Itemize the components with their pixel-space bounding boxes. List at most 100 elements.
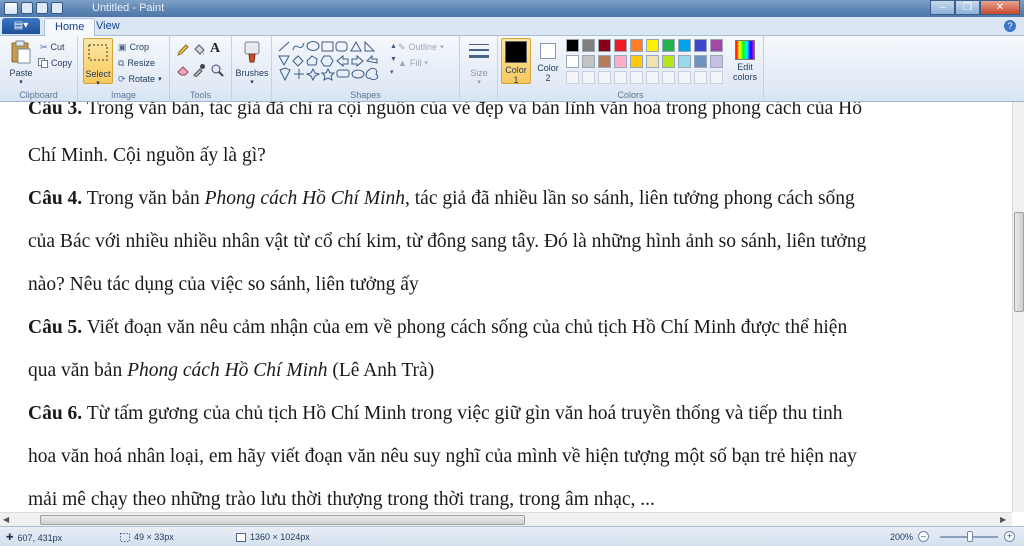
size-button[interactable]: Size ▾ (462, 38, 496, 86)
scroll-right-icon[interactable]: ▶ (1000, 515, 1006, 524)
palette-color-swatch[interactable] (614, 39, 627, 52)
palette-color-swatch[interactable] (582, 55, 595, 68)
edit-colors-button[interactable]: Edit colors (730, 38, 760, 84)
brushes-group: Brushes ▾ (232, 36, 272, 102)
image-size: 1360 × 1024px (236, 532, 310, 542)
palette-custom-swatch[interactable] (566, 71, 579, 84)
palette-color-swatch[interactable] (678, 55, 691, 68)
palette-custom-swatch[interactable] (630, 71, 643, 84)
palette-color-swatch[interactable] (630, 55, 643, 68)
pencil-icon[interactable] (176, 43, 190, 57)
undo-icon[interactable] (36, 2, 48, 14)
fill-dropdown-icon: ▾ (424, 60, 428, 67)
color1-button[interactable]: Color 1 (501, 38, 531, 85)
save-icon[interactable] (21, 2, 33, 14)
document-line-text: hoa văn hoá nhân loại, em hãy viết đoạn … (28, 446, 857, 467)
paste-dropdown-icon[interactable]: ▾ (4, 78, 38, 86)
tab-view[interactable]: View (86, 18, 130, 36)
document-line: Câu 4. Trong văn bản Phong cách Hồ Chí M… (28, 188, 855, 210)
resize-button[interactable]: ⧉ Resize (118, 56, 155, 70)
palette-color-swatch[interactable] (646, 39, 659, 52)
cursor-position: ✚ 607, 431px (6, 532, 62, 543)
canvas[interactable]: Câu 3. Trong văn bản, tác giả đã chỉ ra … (0, 102, 1012, 512)
eraser-icon[interactable] (176, 63, 190, 77)
palette-color-swatch[interactable] (598, 39, 611, 52)
close-button[interactable]: ✕ (980, 0, 1020, 15)
help-icon[interactable]: ? (1004, 20, 1016, 32)
zoom-slider-thumb[interactable] (967, 531, 973, 542)
brushes-button[interactable]: Brushes ▾ (235, 38, 269, 86)
fill-icon: ▲ (398, 58, 407, 68)
outline-button[interactable]: ✎ Outline ▾ (398, 40, 444, 54)
palette-custom-swatch[interactable] (646, 71, 659, 84)
select-dropdown-icon[interactable]: ▾ (84, 79, 112, 87)
color2-label: Color 2 (537, 63, 559, 83)
palette-color-swatch[interactable] (694, 39, 707, 52)
clipboard-group-label: Clipboard (19, 90, 58, 100)
palette-color-swatch[interactable] (598, 55, 611, 68)
edit-colors-label: Edit colors (732, 62, 757, 82)
copy-button[interactable]: Copy (38, 56, 72, 70)
palette-color-swatch[interactable] (662, 55, 675, 68)
shapes-gallery[interactable] (277, 40, 389, 82)
palette-color-swatch[interactable] (678, 39, 691, 52)
fill-label: Fill (409, 58, 422, 68)
palette-custom-swatch[interactable] (678, 71, 691, 84)
redo-icon[interactable] (51, 2, 63, 14)
palette-custom-swatch[interactable] (598, 71, 611, 84)
fill-bucket-icon[interactable] (192, 43, 206, 57)
resize-label: Resize (127, 58, 155, 68)
palette-color-swatch[interactable] (630, 39, 643, 52)
document-line-italic: Phong cách Hồ Chí Minh (127, 360, 328, 381)
palette-color-swatch[interactable] (582, 39, 595, 52)
document-line-italic: Phong cách Hồ Chí Minh (204, 188, 406, 209)
paint-app-icon[interactable] (4, 2, 18, 15)
cut-button[interactable]: ✂ Cut (40, 40, 65, 54)
maximize-button[interactable]: ❐ (955, 0, 980, 15)
horizontal-scrollbar[interactable]: ◀ ▶ (0, 512, 1012, 526)
rotate-button[interactable]: ⟳ Rotate ▾ (118, 72, 162, 86)
text-tool-icon[interactable]: A (210, 41, 220, 57)
image-size-text: 1360 × 1024px (250, 532, 310, 542)
palette-color-swatch[interactable] (646, 55, 659, 68)
palette-custom-swatch[interactable] (694, 71, 707, 84)
magnifier-icon[interactable] (210, 63, 224, 77)
document-line-bold: Câu 4. (28, 188, 83, 209)
zoom-in-icon[interactable]: + (1004, 531, 1015, 542)
paste-button[interactable]: Paste ▾ (4, 38, 38, 86)
selection-size-text: 49 × 33px (134, 532, 174, 542)
palette-color-swatch[interactable] (566, 55, 579, 68)
quick-access-toolbar (4, 2, 63, 15)
palette-custom-swatch[interactable] (662, 71, 675, 84)
color2-button[interactable]: Color 2 (534, 38, 562, 84)
crop-button[interactable]: ▣ Crop (118, 40, 149, 54)
copy-label: Copy (51, 58, 73, 68)
cursor-position-text: 607, 431px (17, 532, 63, 543)
vertical-scroll-thumb[interactable] (1014, 212, 1024, 312)
document-line-text: Chí Minh. Cội nguồn ấy là gì? (28, 145, 266, 166)
selection-size-icon (120, 532, 130, 542)
brushes-dropdown-icon[interactable]: ▾ (235, 78, 269, 86)
shapes-scroll-icon[interactable]: ▲ ▼ ▾ (390, 40, 397, 79)
color-picker-icon[interactable] (192, 63, 206, 77)
horizontal-scroll-thumb[interactable] (40, 515, 525, 525)
paint-menu-button[interactable]: ▤▾ (2, 18, 40, 34)
zoom-out-icon[interactable]: – (918, 531, 929, 542)
palette-custom-swatch[interactable] (710, 71, 723, 84)
palette-color-swatch[interactable] (694, 55, 707, 68)
document-line: Câu 3. Trong văn bản, tác giả đã chỉ ra … (28, 102, 862, 120)
fill-button[interactable]: ▲ Fill ▾ (398, 56, 428, 70)
palette-custom-swatch[interactable] (582, 71, 595, 84)
palette-color-swatch[interactable] (662, 39, 675, 52)
size-label: Size (470, 68, 488, 78)
palette-color-swatch[interactable] (710, 39, 723, 52)
palette-custom-swatch[interactable] (614, 71, 627, 84)
palette-color-swatch[interactable] (614, 55, 627, 68)
palette-color-swatch[interactable] (710, 55, 723, 68)
select-label: Select (85, 69, 111, 79)
select-button[interactable]: Select ▾ (83, 38, 113, 87)
scroll-left-icon[interactable]: ◀ (3, 515, 9, 524)
palette-color-swatch[interactable] (566, 39, 579, 52)
vertical-scrollbar[interactable] (1012, 102, 1024, 512)
minimize-button[interactable]: – (930, 0, 955, 15)
